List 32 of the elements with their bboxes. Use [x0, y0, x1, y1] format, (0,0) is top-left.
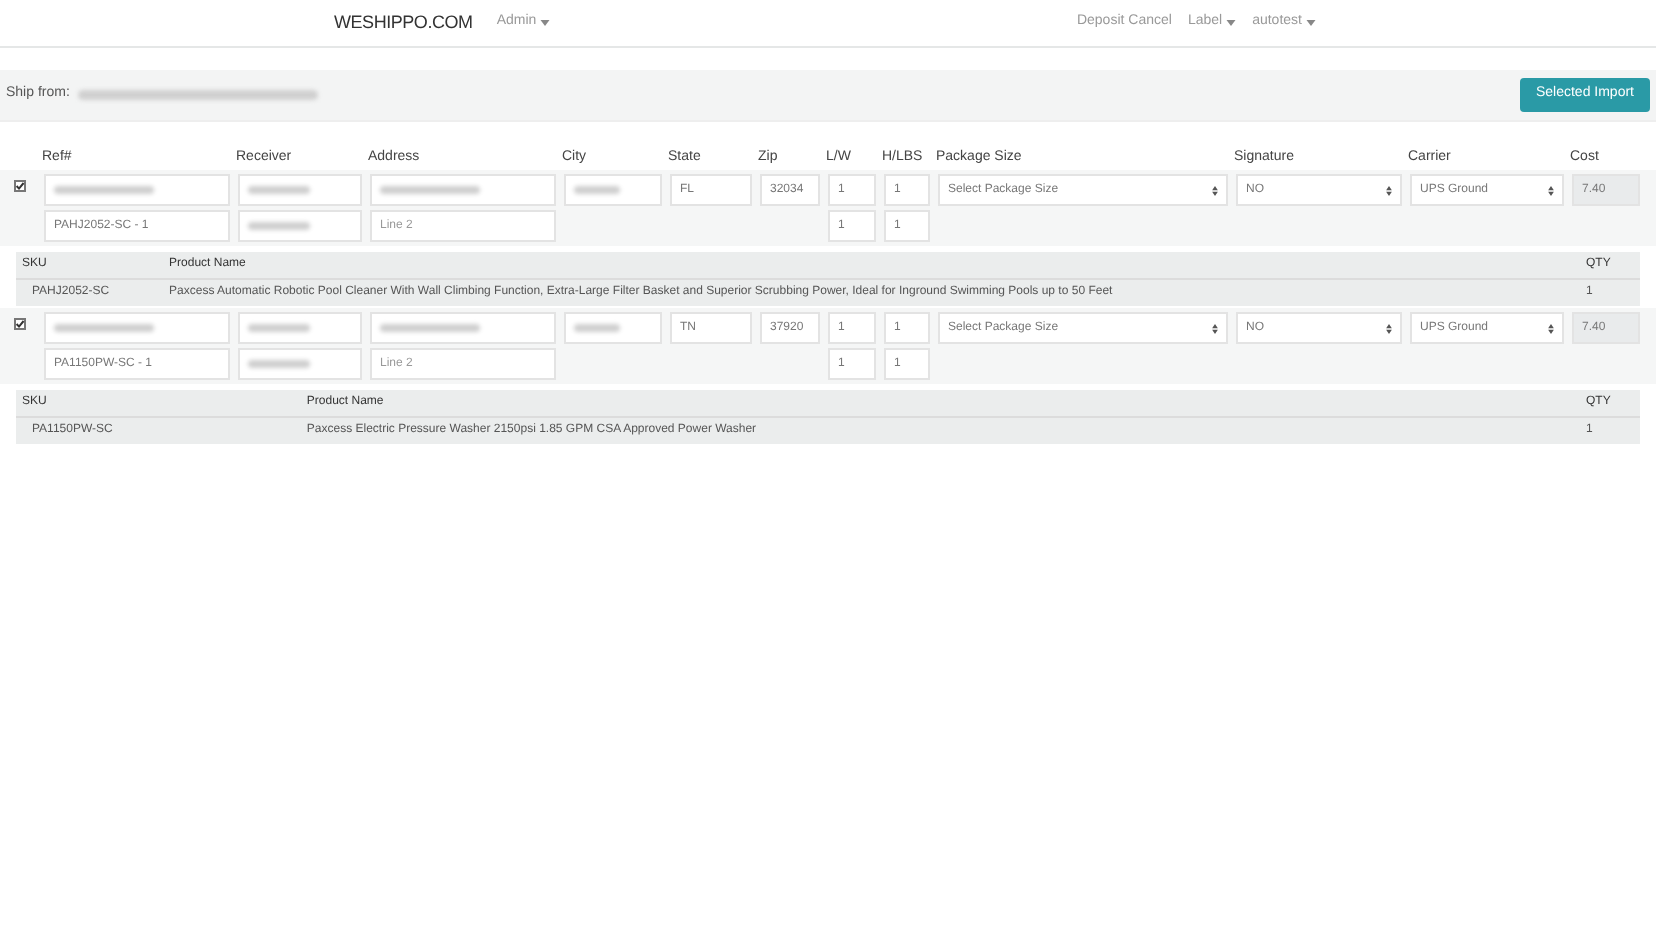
input-field[interactable] — [370, 312, 556, 344]
checkbox[interactable] — [14, 180, 26, 192]
sort-arrows-icon — [1386, 323, 1392, 333]
input-field[interactable] — [238, 174, 362, 206]
caret-icon — [1226, 20, 1237, 26]
blurred-text — [54, 186, 154, 194]
checkbox[interactable] — [14, 318, 26, 330]
brand-logo[interactable]: WESHIPPO.COM — [334, 9, 473, 37]
caret-icon — [1306, 20, 1316, 26]
input-field[interactable] — [564, 174, 662, 206]
blurred-text — [248, 324, 311, 332]
sort-arrows-icon — [1548, 323, 1554, 333]
input-field[interactable] — [370, 174, 556, 206]
sort-arrows-icon — [1212, 185, 1218, 195]
blurred-text — [380, 186, 480, 194]
caret-icon — [540, 20, 551, 26]
sort-arrows-icon — [1212, 323, 1218, 333]
input-field[interactable] — [44, 174, 230, 206]
blurred-text — [54, 324, 154, 332]
sort-arrows-icon — [1386, 185, 1392, 195]
blurred-text — [574, 324, 621, 332]
input-field[interactable] — [564, 312, 662, 344]
input-field[interactable] — [238, 348, 362, 380]
input-field[interactable] — [44, 312, 230, 344]
sort-arrows-icon — [1548, 185, 1554, 195]
blurred-text — [380, 324, 480, 332]
blurred-text — [248, 360, 311, 368]
input-field[interactable] — [238, 312, 362, 344]
blurred-text — [248, 186, 311, 194]
input-field[interactable] — [238, 210, 362, 242]
blurred-text — [574, 186, 621, 194]
blurred-text — [248, 222, 311, 230]
